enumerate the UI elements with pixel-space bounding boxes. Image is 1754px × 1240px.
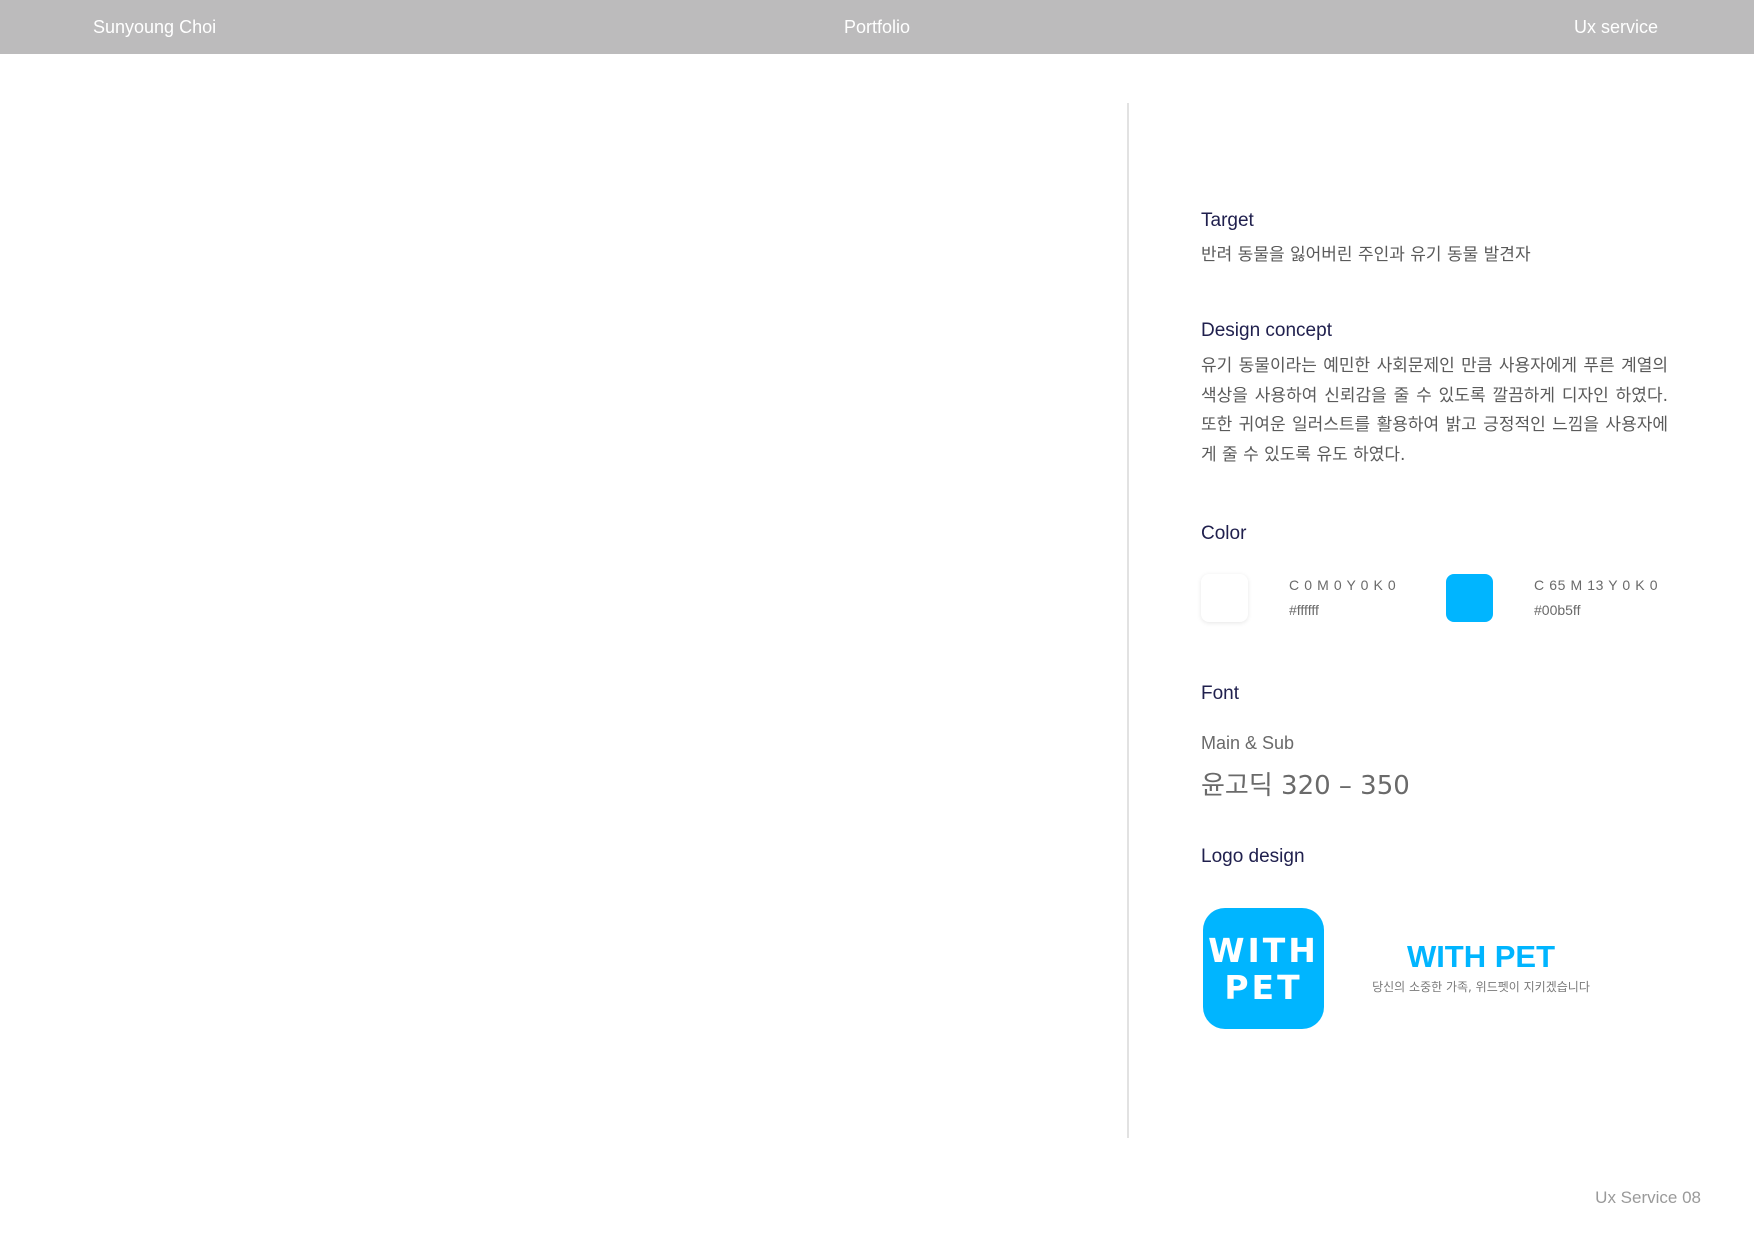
logo-icon-line2: PET [1224, 967, 1303, 1007]
header-bar: Sunyoung Choi Portfolio Ux service [0, 0, 1754, 54]
logo-wordmark: WITH PET [1406, 939, 1556, 974]
target-text: 반려 동물을 잃어버린 주인과 유기 동물 발견자 [1201, 245, 1531, 265]
swatch-white-cmyk: C 0 M 0 Y 0 K 0 [1289, 577, 1397, 593]
header-section: Ux service [1573, 17, 1658, 37]
design-concept-text: 유기 동물이라는 예민한 사회문제인 만큼 사용자에게 푸른 계열의 색상을 사… [1201, 356, 1668, 465]
font-sample: 윤고딕 320 – 350 [1201, 771, 1410, 801]
logo-tagline: 당신의 소중한 가족, 위드펫이 지키겠습니다 [1372, 980, 1590, 994]
color-heading: Color [1201, 523, 1247, 544]
font-heading: Font [1201, 683, 1240, 704]
swatch-blue-cmyk: C 65 M 13 Y 0 K 0 [1534, 577, 1659, 593]
swatch-white-hex: #ffffff [1289, 602, 1319, 618]
design-concept-heading: Design concept [1201, 320, 1332, 341]
color-swatch-blue [1446, 574, 1493, 622]
font-subtitle: Main & Sub [1201, 733, 1295, 753]
page-number: Ux Service 08 [1595, 1188, 1701, 1207]
logo-design-heading: Logo design [1201, 846, 1305, 867]
vertical-divider [1127, 103, 1129, 1138]
color-swatch-white [1201, 574, 1248, 622]
logo-icon-line1: WITH [1208, 930, 1319, 970]
target-heading: Target [1201, 210, 1254, 231]
portfolio-page: Sunyoung Choi Portfolio Ux service Targe… [0, 0, 1754, 1240]
swatch-blue-hex: #00b5ff [1534, 602, 1581, 618]
header-title: Portfolio [843, 17, 911, 37]
with-pet-logo-icon: WITH PET [1203, 908, 1324, 1029]
